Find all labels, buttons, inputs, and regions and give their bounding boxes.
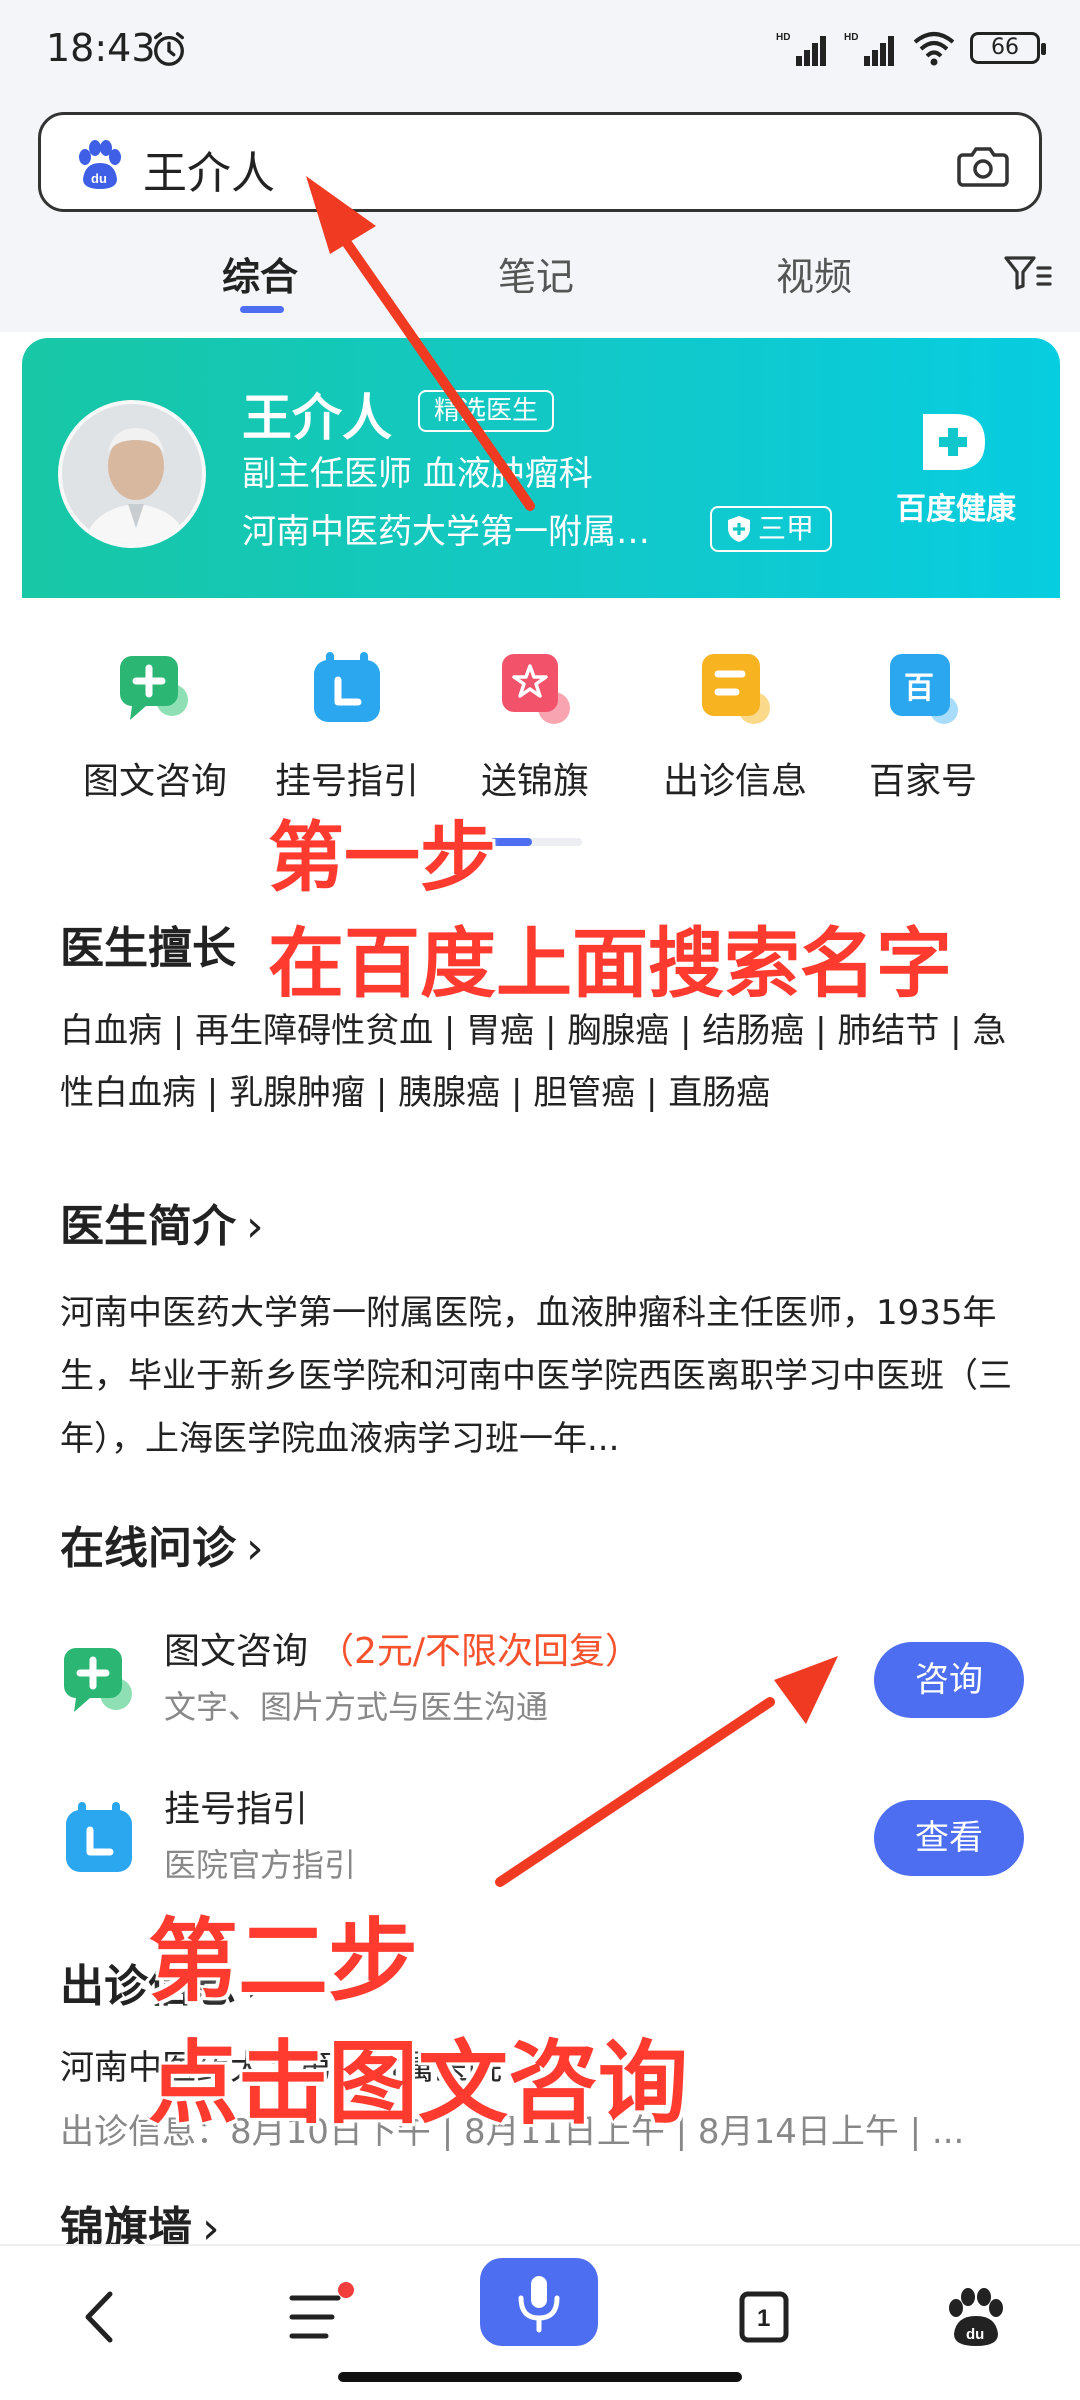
- intro-text: 河南中医药大学第一附属医院，血液肿瘤科主任医师，1935年生，毕业于新乡医学院和…: [60, 1293, 1012, 1459]
- action-clinic-info[interactable]: 出诊信息: [640, 650, 830, 804]
- action-register-guide[interactable]: 挂号指引: [252, 650, 442, 804]
- chat-plus-icon: [64, 1648, 132, 1712]
- microphone-icon: [518, 2276, 560, 2333]
- home-indicator: [338, 2372, 742, 2382]
- signal-icon-2: HD: [844, 32, 894, 66]
- online-consult-title[interactable]: 在线问诊 ›: [60, 1512, 264, 1576]
- tabs-switcher-button[interactable]: 1: [714, 2272, 814, 2362]
- doctor-name: 王介人: [242, 389, 392, 447]
- annotation-step2-title: 第二步: [147, 1908, 420, 2016]
- status-bar: 18:43 HD HD 66: [0, 0, 1080, 100]
- svg-text:du: du: [966, 2326, 984, 2343]
- doctor-title: 副主任医师 血液肿瘤科: [242, 454, 593, 494]
- doctor-avatar: [58, 400, 206, 548]
- filter-icon[interactable]: [1004, 254, 1052, 292]
- action-label: 图文咨询: [82, 761, 227, 802]
- baijiahao-icon: 百: [890, 654, 958, 724]
- battery-indicator: 66: [970, 32, 1046, 64]
- svg-text:du: du: [91, 171, 107, 186]
- svg-text:HD: HD: [844, 32, 858, 43]
- skills-title: 医生擅长: [60, 923, 236, 974]
- hospital-grade-badge: 三甲: [710, 506, 833, 552]
- camera-icon[interactable]: [957, 141, 1009, 189]
- intro-title[interactable]: 医生简介 ›: [60, 1190, 264, 1254]
- intro-title-label: 医生简介: [60, 1201, 236, 1252]
- search-header: du 王介人 综合 笔记 视频: [0, 100, 1080, 332]
- tab-comprehensive[interactable]: 综合: [222, 246, 298, 301]
- baidu-health-logo: 百度健康: [886, 410, 1026, 528]
- status-time: 18:43: [46, 26, 156, 70]
- actions-scroll-indicator: [490, 838, 582, 846]
- tabs-icon: 1: [739, 2291, 789, 2343]
- schedule-icon: [702, 654, 770, 724]
- quick-actions: 图文咨询 挂号指引 送锦旗 出诊信息 百 百家号: [0, 650, 1080, 802]
- annotation-step1-desc: 在百度上面搜索名字: [267, 918, 954, 1010]
- action-label: 百家号: [868, 761, 977, 802]
- brand-label: 百度健康: [896, 492, 1016, 527]
- active-tab-indicator: [240, 306, 284, 313]
- alarm-icon: [154, 32, 184, 66]
- calendar-icon: [314, 652, 380, 722]
- svg-text:百: 百: [904, 671, 934, 706]
- annotation-step2-desc: 点击图文咨询: [147, 2030, 690, 2138]
- status-indicators: HD HD 66: [776, 30, 1046, 66]
- consult-row-image[interactable]: 图文咨询 （2元/不限次回复） 文字、图片方式与医生沟通 咨询: [0, 1620, 1080, 1750]
- consult-subtitle: 文字、图片方式与医生沟通: [164, 1688, 549, 1726]
- annotation-step1-title: 第一步: [267, 812, 498, 904]
- register-subtitle: 医院官方指引: [164, 1846, 357, 1884]
- svg-text:1: 1: [757, 2305, 770, 2332]
- tab-notes[interactable]: 笔记: [498, 246, 574, 301]
- baidu-paw-icon: du: [79, 140, 121, 189]
- consult-title: 图文咨询 （2元/不限次回复）: [164, 1622, 641, 1674]
- hospital-grade-label: 三甲: [758, 512, 815, 545]
- consult-button[interactable]: 咨询: [874, 1642, 1024, 1718]
- consult-price: （2元/不限次回复）: [318, 1631, 642, 1672]
- calendar-icon: [66, 1802, 132, 1872]
- action-label: 出诊信息: [662, 761, 807, 802]
- chevron-right-icon: ›: [246, 1201, 264, 1252]
- back-icon[interactable]: [50, 2272, 150, 2362]
- online-consult-label: 在线问诊: [60, 1523, 236, 1574]
- doctor-hospital: 河南中医药大学第一附属医院: [242, 512, 682, 552]
- baidu-health-icon: [923, 414, 985, 470]
- voice-search-button[interactable]: [480, 2258, 598, 2346]
- baidu-paw-icon[interactable]: du: [926, 2272, 1026, 2362]
- action-send-banner[interactable]: 送锦旗: [440, 650, 630, 804]
- wifi-icon: [913, 32, 955, 66]
- view-button[interactable]: 查看: [874, 1800, 1024, 1876]
- search-query: 王介人: [143, 148, 275, 199]
- signal-icon: HD: [776, 32, 826, 66]
- doctor-card[interactable]: 王介人 精选医生 副主任医师 血液肿瘤科 河南中医药大学第一附属医院 三甲 百度…: [22, 338, 1060, 598]
- action-baijiahao[interactable]: 百 百家号: [828, 650, 1018, 804]
- search-input[interactable]: du 王介人: [38, 112, 1042, 212]
- menu-icon[interactable]: [266, 2272, 366, 2362]
- star-flag-icon: [502, 654, 570, 724]
- search-tabs: 综合 笔记 视频: [0, 228, 1080, 318]
- consult-title-label: 图文咨询: [164, 1631, 309, 1672]
- skills-text: 白血病 | 再生障碍性贫血 | 胃癌 | 胸腺癌 | 结肠癌 | 肺结节 | 急…: [60, 1011, 1007, 1113]
- svg-text:HD: HD: [776, 32, 790, 43]
- chevron-right-icon: ›: [246, 1523, 264, 1574]
- selected-doctor-badge: 精选医生: [418, 390, 555, 432]
- register-title: 挂号指引: [164, 1789, 309, 1830]
- shield-plus-icon: [728, 516, 750, 542]
- action-image-consult[interactable]: 图文咨询: [60, 650, 250, 804]
- tab-video[interactable]: 视频: [776, 246, 852, 301]
- chat-plus-icon: [120, 656, 188, 720]
